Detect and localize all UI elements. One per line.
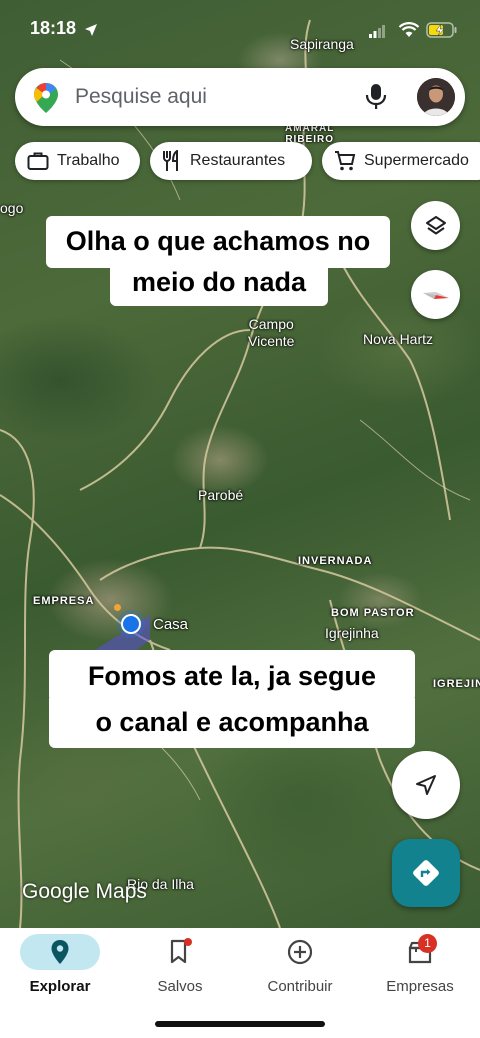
caption-top-line2: meio do nada — [110, 258, 328, 306]
wifi-icon — [398, 22, 420, 37]
current-location-marker[interactable] — [117, 610, 145, 638]
chip-restaurantes[interactable]: Restaurantes — [150, 142, 312, 180]
place-label-campo-vicente: Campo Vicente — [248, 316, 295, 349]
chip-supermercado[interactable]: Supermercado — [322, 142, 480, 180]
chip-label: Supermercado — [364, 152, 469, 169]
compass-icon — [422, 291, 449, 299]
google-maps-watermark: Google Maps — [22, 880, 147, 903]
navigation-arrow-icon — [416, 775, 436, 795]
nav-label: Empresas — [386, 978, 454, 995]
place-label-casa[interactable]: Casa — [153, 616, 188, 633]
caption-bottom-line2: o canal e acompanha — [49, 698, 415, 748]
place-label-parobe: Parobé — [198, 487, 244, 503]
nav-label: Explorar — [29, 978, 91, 995]
status-time: 18:18 — [30, 18, 77, 38]
status-bar: 18:18 — [0, 0, 480, 60]
nav-label: Salvos — [157, 978, 203, 995]
nav-empresas[interactable]: 1 Empresas — [360, 928, 480, 1008]
place-label-igrejinha: Igrejinha — [325, 625, 379, 641]
place-label-invernada: INVERNADA — [298, 555, 373, 567]
caption-bottom-line1: Fomos ate la, ja segue — [49, 650, 415, 702]
nav-explorar[interactable]: Explorar — [0, 928, 120, 1008]
layers-icon — [425, 215, 446, 234]
place-label-empresa: EMPRESA — [33, 595, 95, 607]
layers-button[interactable] — [411, 201, 460, 250]
microphone-icon[interactable] — [365, 83, 387, 111]
home-dot — [114, 604, 121, 611]
profile-avatar[interactable] — [417, 78, 455, 116]
nav-salvos[interactable]: Salvos — [120, 928, 240, 1008]
nav-contribuir[interactable]: Contribuir — [240, 928, 360, 1008]
directions-icon — [413, 860, 439, 886]
bookmark-icon — [140, 934, 220, 970]
google-maps-logo-icon — [34, 83, 58, 113]
nav-label: Contribuir — [267, 978, 333, 995]
directions-button[interactable] — [392, 839, 460, 907]
cart-icon — [334, 150, 356, 172]
notification-badge: 1 — [418, 934, 437, 953]
place-label-igrejin: IGREJIN — [433, 678, 480, 690]
chip-trabalho[interactable]: Trabalho — [15, 142, 140, 180]
bottom-navigation: Explorar Salvos Contribuir 1 Empresas — [0, 928, 480, 1038]
chip-label: Restaurantes — [190, 152, 286, 169]
my-location-button[interactable] — [392, 751, 460, 819]
place-label-nova-hartz: Nova Hartz — [363, 331, 434, 347]
location-pin-icon — [20, 934, 100, 970]
home-indicator — [155, 1021, 325, 1027]
cellular-signal-icon — [369, 25, 385, 38]
compass-button[interactable] — [411, 270, 460, 319]
place-label-ogo: ogo — [0, 200, 24, 216]
chip-label: Trabalho — [57, 152, 120, 169]
search-bar[interactable]: Pesquise aqui — [15, 68, 465, 126]
briefcase-icon — [27, 151, 49, 171]
battery-charging-icon — [426, 22, 457, 38]
search-input[interactable]: Pesquise aqui — [75, 85, 207, 109]
place-label-bom-pastor: BOM PASTOR — [331, 607, 415, 619]
location-arrow-icon — [85, 24, 97, 36]
restaurant-icon — [162, 150, 182, 172]
add-circle-icon — [260, 934, 340, 970]
